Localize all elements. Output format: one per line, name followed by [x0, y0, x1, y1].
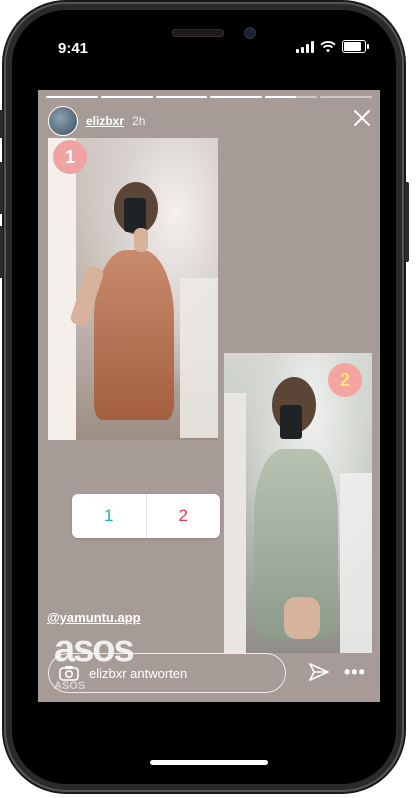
story-progress-segment: [320, 96, 372, 98]
story-progress-segment: [100, 96, 153, 98]
camera-icon[interactable]: [53, 657, 85, 689]
story-header: elizbxr 2h: [48, 106, 145, 136]
story-username[interactable]: elizbxr: [86, 114, 124, 128]
story-progress-segment: [46, 96, 98, 98]
status-icons: [296, 40, 369, 53]
volume-down-button: [0, 226, 3, 278]
story-timestamp: 2h: [132, 114, 146, 128]
more-options-icon[interactable]: •••: [344, 662, 366, 683]
story-progress-segment: [265, 96, 318, 98]
close-icon[interactable]: [352, 108, 372, 128]
front-camera: [244, 27, 256, 39]
volume-up-button: [0, 162, 3, 214]
battery-icon: [342, 40, 369, 53]
option-badge-2: 2: [328, 363, 362, 397]
poll-option-1[interactable]: 1: [72, 494, 146, 538]
mention-link[interactable]: @yamuntu.app: [47, 610, 141, 625]
power-button: [405, 182, 409, 262]
avatar[interactable]: [48, 106, 78, 136]
cellular-signal-icon: [296, 40, 314, 53]
speaker-grille: [172, 29, 224, 37]
send-icon[interactable]: [308, 661, 330, 683]
home-indicator[interactable]: [150, 760, 268, 765]
poll-option-2[interactable]: 2: [147, 494, 221, 538]
story-progress-segment: [155, 96, 208, 98]
story-viewer[interactable]: elizbxr 2h 1 2 1 2 @yamuntu.app asos ASO…: [38, 90, 380, 702]
reply-bar: [48, 653, 286, 693]
story-progress-segment: [210, 96, 263, 98]
outfit-photo-1: [48, 138, 218, 440]
reply-input[interactable]: [87, 664, 261, 682]
wifi-icon: [320, 40, 336, 52]
poll-sticker: 1 2: [72, 494, 220, 538]
outfit-photo-2: [224, 353, 372, 653]
option-badge-1: 1: [53, 140, 87, 174]
silent-switch: [0, 110, 3, 138]
status-time: 9:41: [58, 40, 89, 57]
story-progress: [46, 96, 372, 98]
